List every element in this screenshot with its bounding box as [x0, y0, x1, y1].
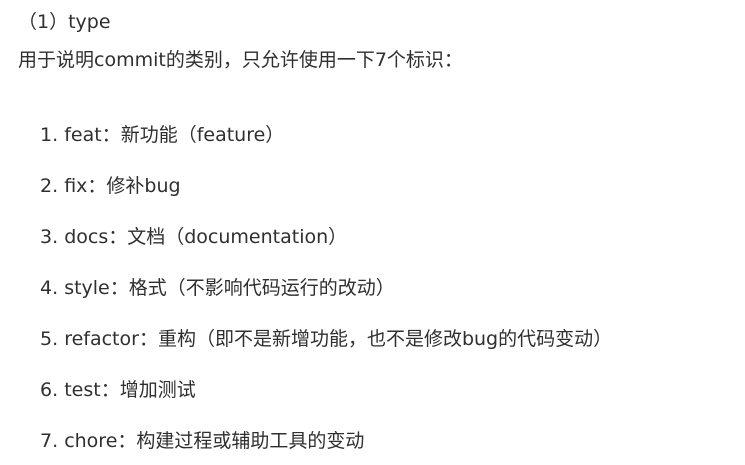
section-heading: （1）type	[18, 11, 111, 33]
item-number: 5.	[40, 328, 59, 350]
separator: ：	[101, 124, 121, 146]
type-description: 重构（即不是新增功能，也不是修改bug的代码变动）	[157, 328, 613, 350]
type-description: 格式（不影响代码运行的改动）	[128, 277, 395, 299]
type-name: refactor	[64, 328, 139, 350]
type-list: 1. feat：新功能（feature） 2. fix：修补bug 3. doc…	[40, 119, 612, 465]
type-description: 文档（documentation）	[127, 226, 348, 248]
list-item: 2. fix：修补bug	[40, 170, 612, 221]
type-description: 构建过程或辅助工具的变动	[136, 430, 365, 452]
separator: ：	[117, 430, 137, 452]
list-item: 6. test：增加测试	[40, 374, 612, 425]
list-item: 3. docs：文档（documentation）	[40, 221, 612, 272]
item-number: 3.	[40, 226, 59, 248]
separator: ：	[87, 175, 107, 197]
separator: ：	[100, 379, 120, 401]
type-name: style	[64, 277, 110, 299]
type-name: test	[64, 379, 101, 401]
list-item: 4. style：格式（不影响代码运行的改动）	[40, 272, 612, 323]
item-number: 4.	[40, 277, 59, 299]
separator: ：	[108, 226, 128, 248]
separator: ：	[109, 277, 129, 299]
type-description: 新功能（feature）	[120, 124, 285, 146]
type-name: fix	[64, 175, 88, 197]
item-number: 6.	[40, 379, 59, 401]
type-name: docs	[64, 226, 109, 248]
type-description: 修补bug	[106, 175, 181, 197]
list-item: 1. feat：新功能（feature）	[40, 119, 612, 170]
intro-text: 用于说明commit的类别，只允许使用一下7个标识：	[18, 49, 463, 71]
item-number: 1.	[40, 124, 59, 146]
list-item: 7. chore：构建过程或辅助工具的变动	[40, 425, 612, 465]
separator: ：	[138, 328, 158, 350]
type-description: 增加测试	[119, 379, 196, 401]
item-number: 7.	[40, 430, 59, 452]
list-item: 5. refactor：重构（即不是新增功能，也不是修改bug的代码变动）	[40, 323, 612, 374]
type-name: chore	[64, 430, 118, 452]
type-name: feat	[64, 124, 102, 146]
item-number: 2.	[40, 175, 59, 197]
